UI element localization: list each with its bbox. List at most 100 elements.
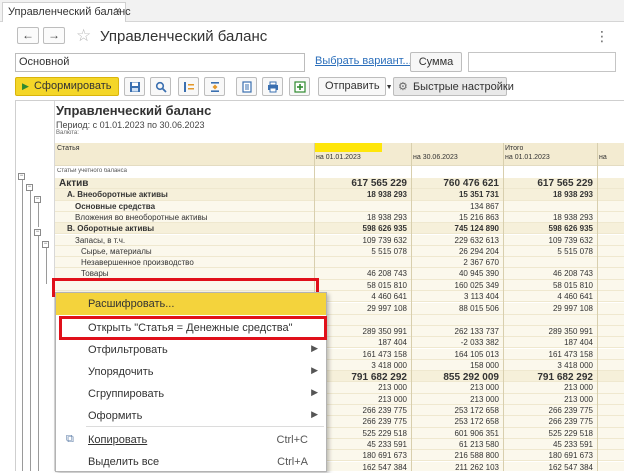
row-value: 598 626 935 bbox=[362, 224, 408, 234]
play-icon: ▶ bbox=[22, 81, 29, 91]
menu-item[interactable]: Оформить ▶ bbox=[56, 405, 326, 427]
row-value: 760 476 621 bbox=[443, 178, 499, 189]
column-divider bbox=[597, 143, 598, 471]
chevron-right-icon: ▶ bbox=[311, 409, 318, 419]
row-value: 4 460 641 bbox=[557, 292, 593, 301]
export-button[interactable] bbox=[289, 77, 310, 96]
row-value: 162 547 384 bbox=[362, 462, 408, 472]
menu-item-shortcut: Ctrl+C bbox=[276, 434, 308, 446]
row-value: 5 515 078 bbox=[371, 246, 407, 256]
row-value: 598 626 935 bbox=[548, 224, 594, 234]
row-value: -2 033 382 bbox=[460, 338, 499, 348]
expand-icon bbox=[210, 82, 219, 92]
save-icon bbox=[129, 82, 140, 92]
row-value: 45 233 591 bbox=[366, 439, 407, 449]
row-value: 213 000 bbox=[564, 383, 593, 393]
menu-separator bbox=[86, 426, 324, 427]
row-label: Вложения во внеоборотные активы bbox=[75, 212, 208, 222]
column-settings-icon bbox=[183, 82, 194, 92]
row-value: 525 229 518 bbox=[548, 428, 594, 438]
row-label: Незавершенное производство bbox=[81, 258, 194, 268]
row-value: 253 172 658 bbox=[454, 417, 500, 427]
row-value: 2 367 670 bbox=[463, 258, 499, 268]
row-value: 26 294 204 bbox=[458, 246, 499, 256]
menu-item[interactable]: Выделить все Ctrl+A bbox=[56, 451, 326, 473]
row-value: 88 015 506 bbox=[458, 304, 499, 314]
menu-item[interactable]: ⧉ Копировать Ctrl+C bbox=[56, 429, 326, 451]
row-value: 18 938 293 bbox=[552, 190, 593, 200]
row-value: 3 418 000 bbox=[557, 360, 593, 370]
star-icon[interactable]: ☆ bbox=[76, 26, 91, 46]
row-value: 3 113 404 bbox=[464, 292, 499, 301]
sum-button[interactable]: Сумма bbox=[410, 52, 462, 72]
export-icon bbox=[293, 81, 306, 93]
menu-item[interactable]: Отфильтровать ▶ bbox=[56, 339, 326, 361]
row-value: 289 350 991 bbox=[548, 326, 594, 336]
choose-variant-link[interactable]: Выбрать вариант... bbox=[315, 55, 412, 67]
arrow-right-icon: → bbox=[48, 28, 60, 42]
row-value: 617 565 229 bbox=[351, 178, 407, 189]
quick-settings-button[interactable]: ⚙ Быстрые настройки bbox=[393, 77, 514, 96]
variant-field[interactable]: Основной bbox=[15, 53, 305, 72]
row-value: 18 938 293 bbox=[552, 212, 593, 222]
menu-item-shortcut: Ctrl+A bbox=[277, 456, 308, 468]
row-value: 266 239 775 bbox=[362, 406, 408, 415]
row-value: 187 404 bbox=[564, 338, 593, 348]
row-label: Актив bbox=[59, 178, 89, 189]
row-label: А. Внеоборотные активы bbox=[67, 190, 168, 200]
row-value: 109 739 632 bbox=[362, 235, 408, 245]
copy-icon: ⧉ bbox=[66, 433, 74, 445]
close-icon[interactable]: × bbox=[115, 5, 121, 17]
back-button[interactable]: ← bbox=[17, 27, 39, 44]
row-label: Запасы, в т.ч. bbox=[75, 235, 126, 245]
row-value: 5 515 078 bbox=[557, 246, 593, 256]
row-value: 61 213 580 bbox=[458, 439, 499, 449]
row-value: 525 229 518 bbox=[362, 428, 408, 438]
row-value: 180 691 673 bbox=[548, 451, 594, 461]
row-value: 213 000 bbox=[564, 394, 593, 404]
generate-button[interactable]: ▶ Сформировать bbox=[15, 77, 119, 96]
chevron-right-icon: ▶ bbox=[311, 387, 318, 397]
sum-field[interactable] bbox=[468, 52, 616, 72]
row-value: 211 262 103 bbox=[455, 462, 499, 472]
more-icon[interactable]: ⋮ bbox=[595, 28, 609, 45]
row-value: 213 000 bbox=[470, 394, 499, 404]
menu-item[interactable]: Сгруппировать ▶ bbox=[56, 383, 326, 405]
row-value: 58 015 810 bbox=[366, 280, 407, 290]
column-divider bbox=[503, 143, 504, 471]
row-value: 160 025 349 bbox=[454, 280, 500, 290]
row-label: Сырье, материалы bbox=[81, 246, 152, 256]
menu-item[interactable]: Упорядочить ▶ bbox=[56, 361, 326, 383]
row-value: 46 208 743 bbox=[552, 269, 593, 279]
tab-strip: Управленческий баланс × bbox=[0, 0, 624, 22]
gear-icon: ⚙ bbox=[398, 81, 408, 93]
row-value: 15 216 863 bbox=[458, 212, 499, 222]
row-value: 213 000 bbox=[378, 394, 407, 404]
row-value: 617 565 229 bbox=[537, 178, 593, 189]
row-label: В. Оборотные активы bbox=[67, 224, 155, 234]
menu-item[interactable]: Расшифровать... bbox=[56, 293, 326, 315]
preview-button[interactable] bbox=[236, 77, 257, 96]
tab-label: Управленческий баланс bbox=[8, 6, 131, 18]
tab-report[interactable]: Управленческий баланс × bbox=[2, 2, 131, 22]
expand-button[interactable] bbox=[204, 77, 225, 96]
row-value: 262 133 737 bbox=[454, 326, 500, 336]
row-value: 3 418 000 bbox=[371, 360, 407, 370]
forward-button[interactable]: → bbox=[43, 27, 65, 44]
send-button[interactable]: Отправить ▼ bbox=[318, 77, 393, 96]
row-value: 29 997 108 bbox=[552, 304, 593, 314]
row-value: 161 473 158 bbox=[362, 349, 408, 359]
save-button[interactable] bbox=[124, 77, 145, 96]
row-value: 745 124 890 bbox=[454, 224, 500, 234]
row-value: 180 691 673 bbox=[362, 451, 408, 461]
row-value: 134 867 bbox=[470, 201, 499, 211]
search-button[interactable] bbox=[150, 77, 171, 96]
row-value: 601 906 351 bbox=[454, 428, 500, 438]
print-button[interactable] bbox=[262, 77, 283, 96]
column-settings-button[interactable] bbox=[178, 77, 199, 96]
menu-item-label: Расшифровать... bbox=[88, 298, 175, 310]
chevron-right-icon: ▶ bbox=[311, 365, 318, 375]
row-value: 4 460 641 bbox=[371, 292, 407, 301]
menu-item-label: Упорядочить bbox=[88, 366, 154, 378]
row-value: 187 404 bbox=[378, 338, 407, 348]
